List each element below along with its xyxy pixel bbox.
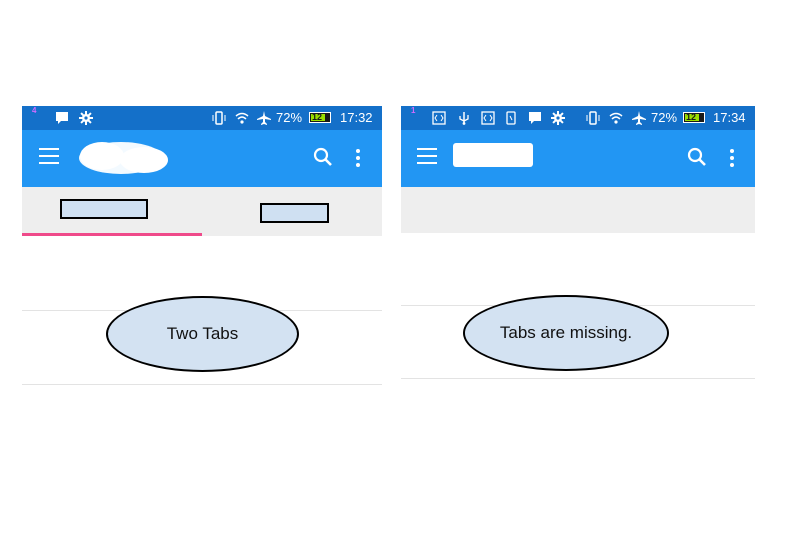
gear-icon [551, 111, 565, 125]
app-bar [22, 130, 382, 187]
wifi-icon [235, 112, 249, 124]
phone-screen-right: 1 72% 12 17:34 Tabs are missing. [401, 106, 755, 396]
clock: 17:32 [340, 110, 373, 125]
gear-icon [79, 111, 93, 125]
search-icon[interactable] [687, 147, 707, 167]
code-icon [481, 111, 495, 125]
wifi-icon [609, 112, 623, 124]
battery-level: 12 [686, 112, 697, 122]
annotation-callout: Tabs are missing. [463, 295, 669, 371]
search-icon[interactable] [313, 147, 333, 167]
battery-percent: 72% [651, 110, 678, 125]
list-divider [22, 384, 382, 385]
battery-icon: 12 [309, 112, 331, 123]
more-vert-icon[interactable] [729, 149, 735, 167]
chat-icon [529, 112, 541, 124]
annotation-callout: Two Tabs [106, 296, 299, 372]
notification-count: 1 [411, 106, 416, 115]
redacted-title [79, 142, 168, 174]
chat-icon [56, 112, 68, 124]
clock: 17:34 [713, 110, 746, 125]
redacted-title [453, 143, 533, 167]
phone-screen-left: 4 72% 12 17:32 Two Tabs [22, 106, 382, 388]
airplane-icon [632, 111, 646, 125]
hamburger-menu-icon[interactable] [39, 148, 59, 164]
tab-second[interactable] [260, 203, 329, 223]
vibrate-icon [212, 111, 226, 125]
airplane-icon [257, 111, 271, 125]
list-divider [401, 378, 755, 379]
usb-icon [459, 112, 469, 125]
phone-code-icon [506, 111, 516, 125]
more-vert-icon[interactable] [355, 149, 361, 167]
status-bar: 4 72% 12 17:32 [22, 106, 382, 130]
app-bar [401, 130, 755, 187]
status-bar: 1 72% 12 17:34 [401, 106, 755, 130]
hamburger-menu-icon[interactable] [417, 148, 437, 164]
tab-indicator [22, 233, 202, 236]
battery-percent: 72% [276, 110, 303, 125]
battery-icon: 12 [683, 112, 705, 123]
code-icon [432, 111, 446, 125]
battery-level: 12 [312, 112, 323, 122]
notification-count: 4 [32, 106, 37, 115]
tab-bar [22, 187, 382, 236]
empty-tab-bar [401, 187, 755, 233]
tab-first[interactable] [60, 199, 148, 219]
vibrate-icon [586, 111, 600, 125]
